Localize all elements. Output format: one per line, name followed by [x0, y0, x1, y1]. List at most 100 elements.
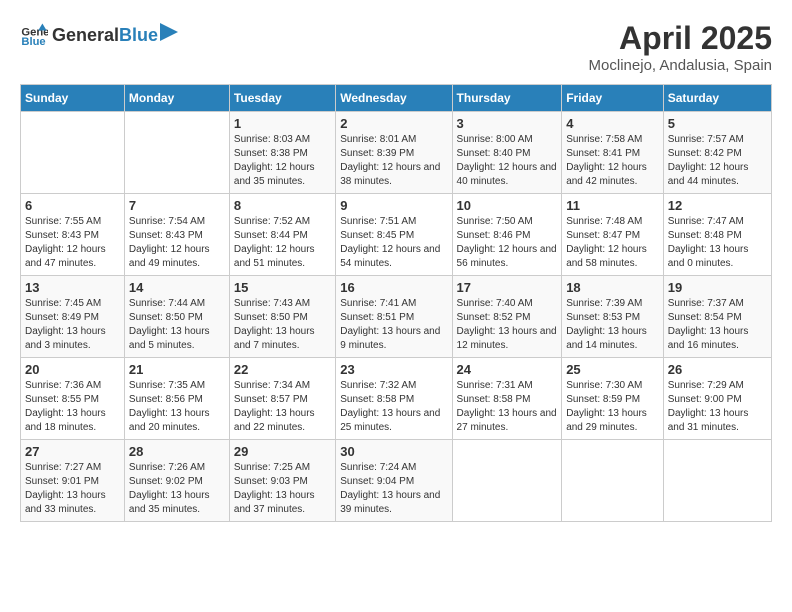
calendar-cell: 21 Sunrise: 7:35 AMSunset: 8:56 PMDayligh… [124, 358, 229, 440]
day-info: Sunrise: 7:40 AMSunset: 8:52 PMDaylight:… [457, 297, 558, 353]
calendar-cell: 5 Sunrise: 7:57 AMSunset: 8:42 PMDaylight… [663, 112, 771, 194]
calendar-cell: 20Sunrise: 7:36 AMSunset: 8:55 PMDayligh… [21, 358, 125, 440]
calendar-cell: 26 Sunrise: 7:29 AMSunset: 9:00 PMDayligh… [663, 358, 771, 440]
calendar-cell: 9 Sunrise: 7:51 AMSunset: 8:45 PMDaylight… [336, 194, 452, 276]
day-info: Sunrise: 7:47 AMSunset: 8:48 PMDaylight:… [668, 215, 767, 271]
day-number: 14 [129, 280, 225, 295]
day-info: Sunrise: 7:39 AMSunset: 8:53 PMDaylight:… [566, 297, 659, 353]
day-info: Sunrise: 7:34 AMSunset: 8:57 PMDaylight:… [234, 379, 331, 435]
logo-arrow-icon [160, 23, 178, 41]
day-info: Sunrise: 7:58 AMSunset: 8:41 PMDaylight:… [566, 133, 659, 189]
day-info: Sunrise: 7:45 AMSunset: 8:49 PMDaylight:… [25, 297, 120, 353]
calendar-cell [663, 440, 771, 522]
logo-icon: General Blue [20, 20, 48, 48]
calendar-cell: 29 Sunrise: 7:25 AMSunset: 9:03 PMDayligh… [229, 440, 335, 522]
day-info: Sunrise: 7:27 AMSunset: 9:01 PMDaylight:… [25, 461, 120, 517]
header-thursday: Thursday [452, 85, 562, 112]
day-info: Sunrise: 7:43 AMSunset: 8:50 PMDaylight:… [234, 297, 331, 353]
calendar-week-row: 13 Sunrise: 7:45 AMSunset: 8:49 PMDayligh… [21, 276, 772, 358]
day-info: Sunrise: 7:35 AMSunset: 8:56 PMDaylight:… [129, 379, 225, 435]
calendar-header-row: SundayMondayTuesdayWednesdayThursdayFrid… [21, 85, 772, 112]
calendar-cell: 13 Sunrise: 7:45 AMSunset: 8:49 PMDayligh… [21, 276, 125, 358]
main-title: April 2025 [589, 20, 772, 57]
day-info: Sunrise: 7:37 AMSunset: 8:54 PMDaylight:… [668, 297, 767, 353]
day-number: 5 [668, 116, 767, 131]
day-number: 25 [566, 362, 659, 377]
calendar-cell: 12 Sunrise: 7:47 AMSunset: 8:48 PMDayligh… [663, 194, 771, 276]
header-wednesday: Wednesday [336, 85, 452, 112]
day-number: 13 [25, 280, 120, 295]
day-number: 20 [25, 362, 120, 377]
day-number: 18 [566, 280, 659, 295]
day-number: 7 [129, 198, 225, 213]
calendar-cell: 16Sunrise: 7:41 AMSunset: 8:51 PMDayligh… [336, 276, 452, 358]
day-number: 1 [234, 116, 331, 131]
calendar-cell: 10 Sunrise: 7:50 AMSunset: 8:46 PMDayligh… [452, 194, 562, 276]
header-sunday: Sunday [21, 85, 125, 112]
day-info: Sunrise: 7:51 AMSunset: 8:45 PMDaylight:… [340, 215, 447, 271]
logo: General Blue General Blue [20, 20, 178, 48]
title-block: April 2025 Moclinejo, Andalusia, Spain [589, 20, 772, 74]
day-info: Sunrise: 7:50 AMSunset: 8:46 PMDaylight:… [457, 215, 558, 271]
calendar-cell: 7 Sunrise: 7:54 AMSunset: 8:43 PMDaylight… [124, 194, 229, 276]
header-saturday: Saturday [663, 85, 771, 112]
calendar-cell: 8 Sunrise: 7:52 AMSunset: 8:44 PMDaylight… [229, 194, 335, 276]
calendar-cell: 18 Sunrise: 7:39 AMSunset: 8:53 PMDayligh… [562, 276, 664, 358]
day-number: 21 [129, 362, 225, 377]
header-monday: Monday [124, 85, 229, 112]
calendar-cell [21, 112, 125, 194]
calendar-cell: 24 Sunrise: 7:31 AMSunset: 8:58 PMDayligh… [452, 358, 562, 440]
day-info: Sunrise: 7:41 AMSunset: 8:51 PMDaylight:… [340, 297, 447, 353]
calendar-week-row: 27Sunrise: 7:27 AMSunset: 9:01 PMDayligh… [21, 440, 772, 522]
day-info: Sunrise: 8:00 AMSunset: 8:40 PMDaylight:… [457, 133, 558, 189]
day-info: Sunrise: 8:01 AMSunset: 8:39 PMDaylight:… [340, 133, 447, 189]
day-number: 15 [234, 280, 331, 295]
day-number: 19 [668, 280, 767, 295]
day-info: Sunrise: 7:24 AMSunset: 9:04 PMDaylight:… [340, 461, 447, 517]
calendar-cell: 6Sunrise: 7:55 AMSunset: 8:43 PMDaylight… [21, 194, 125, 276]
day-number: 12 [668, 198, 767, 213]
day-info: Sunrise: 7:29 AMSunset: 9:00 PMDaylight:… [668, 379, 767, 435]
day-number: 24 [457, 362, 558, 377]
day-number: 8 [234, 198, 331, 213]
day-info: Sunrise: 7:52 AMSunset: 8:44 PMDaylight:… [234, 215, 331, 271]
day-info: Sunrise: 8:03 AMSunset: 8:38 PMDaylight:… [234, 133, 331, 189]
calendar-cell: 27Sunrise: 7:27 AMSunset: 9:01 PMDayligh… [21, 440, 125, 522]
calendar-cell: 23Sunrise: 7:32 AMSunset: 8:58 PMDayligh… [336, 358, 452, 440]
calendar-cell [124, 112, 229, 194]
calendar-week-row: 1 Sunrise: 8:03 AMSunset: 8:38 PMDaylight… [21, 112, 772, 194]
calendar-week-row: 20Sunrise: 7:36 AMSunset: 8:55 PMDayligh… [21, 358, 772, 440]
day-number: 10 [457, 198, 558, 213]
header-friday: Friday [562, 85, 664, 112]
day-info: Sunrise: 7:25 AMSunset: 9:03 PMDaylight:… [234, 461, 331, 517]
calendar-cell: 14Sunrise: 7:44 AMSunset: 8:50 PMDayligh… [124, 276, 229, 358]
day-number: 22 [234, 362, 331, 377]
calendar-cell: 3Sunrise: 8:00 AMSunset: 8:40 PMDaylight… [452, 112, 562, 194]
svg-text:Blue: Blue [21, 36, 45, 48]
day-info: Sunrise: 7:54 AMSunset: 8:43 PMDaylight:… [129, 215, 225, 271]
calendar-cell: 11 Sunrise: 7:48 AMSunset: 8:47 PMDayligh… [562, 194, 664, 276]
day-number: 11 [566, 198, 659, 213]
day-number: 9 [340, 198, 447, 213]
day-number: 2 [340, 116, 447, 131]
logo-text-blue: Blue [119, 25, 158, 46]
day-info: Sunrise: 7:31 AMSunset: 8:58 PMDaylight:… [457, 379, 558, 435]
day-number: 6 [25, 198, 120, 213]
day-number: 26 [668, 362, 767, 377]
day-number: 30 [340, 444, 447, 459]
day-info: Sunrise: 7:48 AMSunset: 8:47 PMDaylight:… [566, 215, 659, 271]
calendar-cell: 17Sunrise: 7:40 AMSunset: 8:52 PMDayligh… [452, 276, 562, 358]
day-info: Sunrise: 7:26 AMSunset: 9:02 PMDaylight:… [129, 461, 225, 517]
header-tuesday: Tuesday [229, 85, 335, 112]
calendar-cell [452, 440, 562, 522]
calendar-cell: 28 Sunrise: 7:26 AMSunset: 9:02 PMDayligh… [124, 440, 229, 522]
day-number: 4 [566, 116, 659, 131]
calendar-table: SundayMondayTuesdayWednesdayThursdayFrid… [20, 84, 772, 522]
calendar-cell: 25 Sunrise: 7:30 AMSunset: 8:59 PMDayligh… [562, 358, 664, 440]
day-number: 28 [129, 444, 225, 459]
day-info: Sunrise: 7:30 AMSunset: 8:59 PMDaylight:… [566, 379, 659, 435]
subtitle: Moclinejo, Andalusia, Spain [589, 57, 772, 74]
day-number: 29 [234, 444, 331, 459]
calendar-cell: 22 Sunrise: 7:34 AMSunset: 8:57 PMDayligh… [229, 358, 335, 440]
day-info: Sunrise: 7:57 AMSunset: 8:42 PMDaylight:… [668, 133, 767, 189]
